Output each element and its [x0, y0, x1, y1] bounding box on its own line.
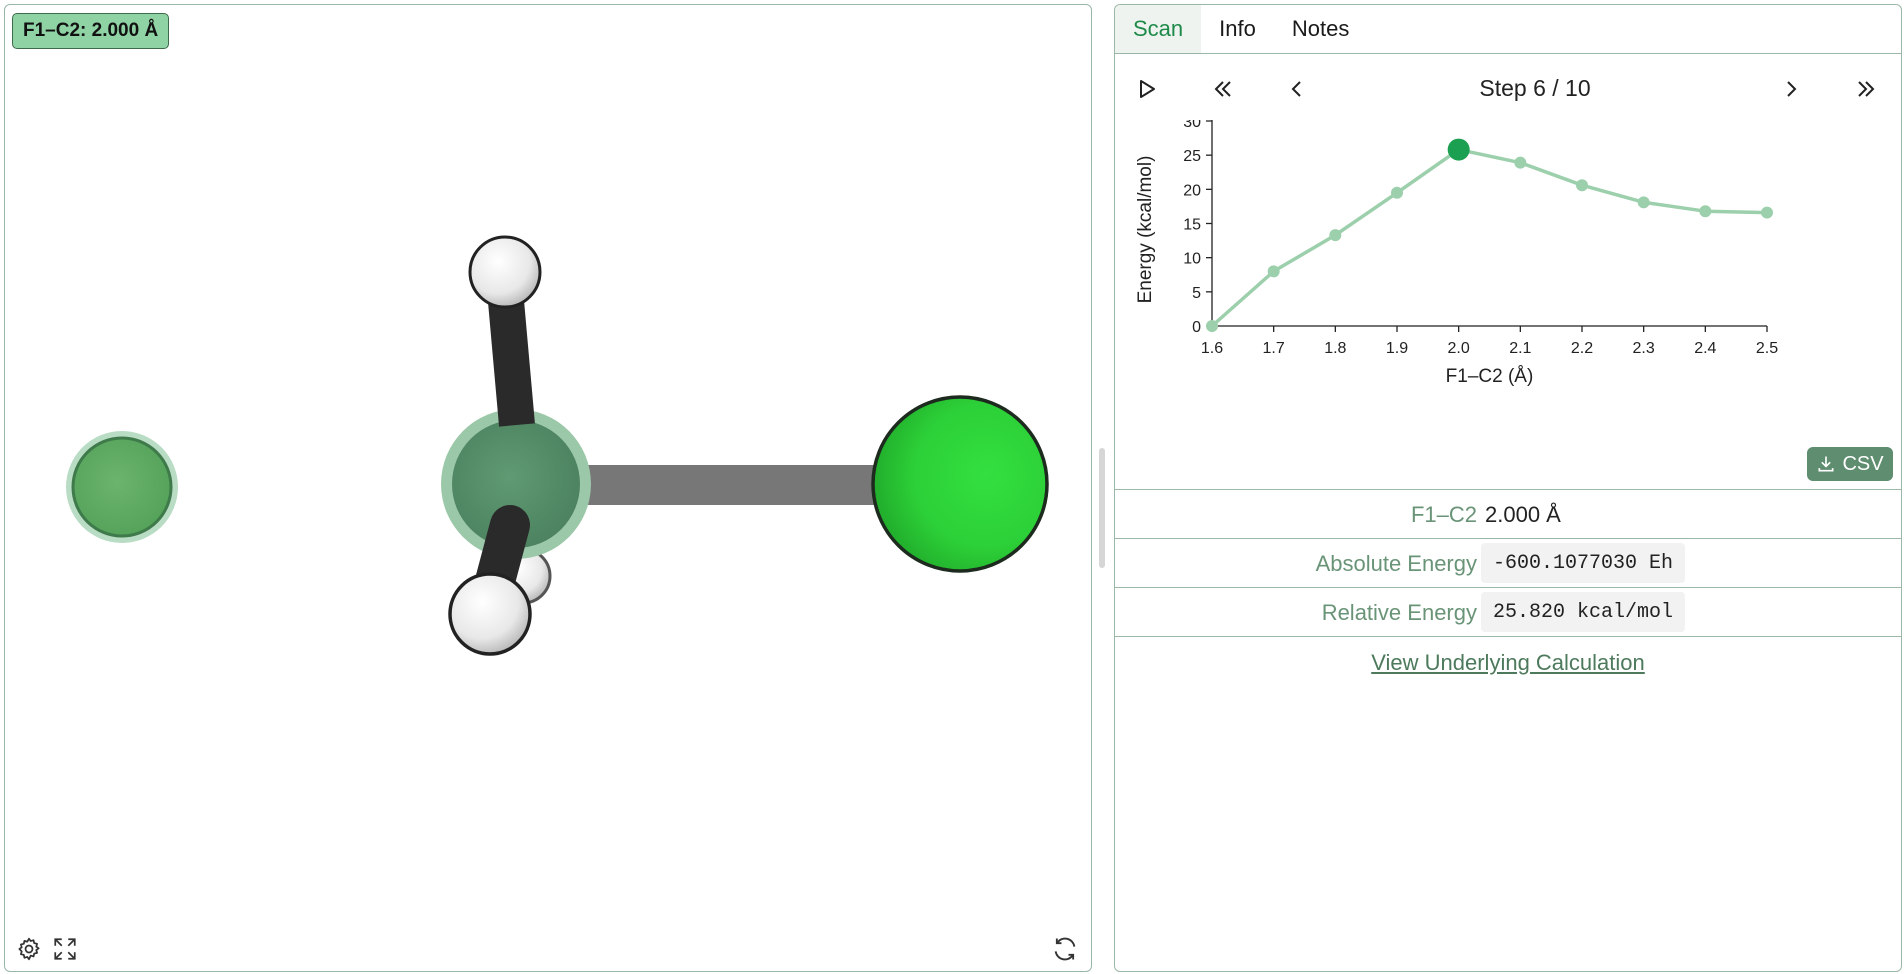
relative-energy-row: Relative Energy 25.820 kcal/mol: [1115, 587, 1901, 636]
y-tick-label: 5: [1192, 285, 1201, 302]
x-axis-label: F1–C2 (Å): [1446, 366, 1534, 387]
data-point[interactable]: [1329, 229, 1342, 242]
y-tick-label: 15: [1183, 217, 1201, 234]
selected-data-point[interactable]: [1447, 138, 1470, 161]
first-step-button[interactable]: [1203, 67, 1243, 111]
x-tick-label: 1.6: [1201, 340, 1223, 357]
play-icon: [1140, 80, 1155, 98]
data-point[interactable]: [1761, 206, 1773, 219]
step-navigation: Step 6 / 10: [1115, 67, 1901, 111]
fullscreen-button[interactable]: [49, 933, 81, 965]
download-icon: [1818, 456, 1834, 472]
molecule-viewer[interactable]: F1–C2: 2.000 Å: [4, 4, 1092, 972]
x-tick-label: 1.9: [1386, 340, 1408, 357]
previous-step-icon: [1291, 81, 1301, 97]
tab-bar: Scan Info Notes: [1115, 5, 1901, 54]
distance-label: F1–C2: [1410, 502, 1477, 527]
view-calculation-link[interactable]: View Underlying Calculation: [1115, 650, 1901, 676]
tab-info[interactable]: Info: [1201, 5, 1274, 53]
csv-download-button[interactable]: CSV: [1807, 447, 1893, 481]
next-step-icon: [1787, 81, 1797, 97]
absolute-energy-value: -600.1077030 Eh: [1481, 543, 1686, 583]
next-step-button[interactable]: [1771, 67, 1811, 111]
expand-icon: [54, 938, 76, 960]
molecule-canvas[interactable]: [5, 5, 1091, 971]
data-point[interactable]: [1576, 179, 1588, 192]
tab-notes[interactable]: Notes: [1274, 5, 1367, 53]
energy-scan-chart: 0 5 10 15 20 25 30 1.6 1.7 1.8 1.9 2.0 2.1 2.2 2.3 2.4 2…: [1135, 120, 1778, 387]
scan-panel: Scan Info Notes Step 6 / 10 0 5 10 15 20…: [1114, 4, 1902, 972]
distance-value: 2.000 Å: [1485, 502, 1561, 527]
hydrogen-atom-front[interactable]: [448, 572, 532, 656]
data-point[interactable]: [1206, 320, 1218, 332]
relative-energy-label: Relative Energy: [1321, 600, 1477, 625]
y-tick-label: 20: [1183, 182, 1201, 199]
data-point[interactable]: [1391, 186, 1403, 199]
play-button[interactable]: [1127, 67, 1167, 111]
x-tick-label: 2.4: [1694, 340, 1716, 357]
absolute-energy-label: Absolute Energy: [1315, 551, 1477, 576]
last-step-icon: [1858, 81, 1875, 97]
first-step-icon: [1214, 81, 1231, 97]
y-tick-label: 0: [1192, 319, 1201, 336]
settings-button[interactable]: [13, 933, 45, 965]
x-tick-label: 2.5: [1756, 340, 1778, 357]
distance-row: F1–C2 2.000 Å: [1115, 489, 1901, 538]
x-tick-label: 2.3: [1633, 340, 1655, 357]
x-tick-label: 2.1: [1509, 340, 1531, 357]
data-point[interactable]: [1267, 265, 1280, 278]
csv-label: CSV: [1842, 452, 1884, 475]
absolute-energy-row: Absolute Energy -600.1077030 Eh: [1115, 538, 1901, 587]
x-tick-label: 1.7: [1263, 340, 1285, 357]
data-point[interactable]: [1637, 196, 1650, 209]
x-tick-label: 2.2: [1571, 340, 1593, 357]
y-tick-label: 30: [1183, 120, 1201, 131]
fluorine-atom[interactable]: [66, 431, 178, 543]
rows-bottom-divider: [1115, 636, 1901, 637]
refresh-icon: [1054, 937, 1076, 961]
x-tick-label: 2.0: [1448, 340, 1470, 357]
series-line: [1210, 147, 1768, 328]
last-step-button[interactable]: [1846, 67, 1886, 111]
y-tick-label: 25: [1183, 148, 1201, 165]
reset-view-button[interactable]: [1049, 933, 1081, 965]
chlorine-atom[interactable]: [871, 395, 1049, 573]
data-point[interactable]: [1699, 205, 1712, 218]
hydrogen-atom-top[interactable]: [468, 235, 542, 309]
previous-step-button[interactable]: [1277, 67, 1317, 111]
step-label: Step 6 / 10: [1479, 75, 1591, 101]
c-cl-bond: [575, 465, 880, 505]
y-axis-label: Energy (kcal/mol): [1135, 156, 1156, 304]
relative-energy-value: 25.820 kcal/mol: [1481, 592, 1686, 632]
x-tick-label: 1.8: [1324, 340, 1346, 357]
tab-scan[interactable]: Scan: [1115, 5, 1202, 53]
c-h-bond-top: [487, 288, 535, 427]
y-tick-label: 10: [1183, 251, 1201, 268]
gear-icon: [18, 937, 40, 961]
panel-splitter[interactable]: [1099, 448, 1105, 568]
distance-badge: F1–C2: 2.000 Å: [12, 13, 170, 49]
data-point[interactable]: [1514, 156, 1527, 169]
